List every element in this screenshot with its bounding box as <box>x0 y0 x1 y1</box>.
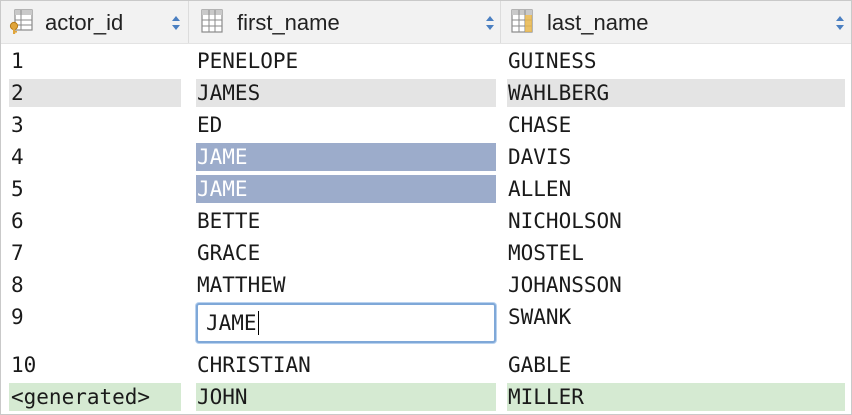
cell-actor-id[interactable]: 9 <box>9 303 181 331</box>
column-header-label: last_name <box>547 10 649 35</box>
column-header-row: actor_id first_name last_name <box>1 1 851 44</box>
cell-last-name[interactable]: MILLER <box>507 383 845 411</box>
cell-first-name[interactable]: JOHN <box>196 383 496 411</box>
key-column-icon <box>9 9 33 34</box>
data-grid: actor_id first_name last_name 1 PENELOPE… <box>0 0 852 415</box>
table-row[interactable]: 10 CHRISTIAN GABLE <box>1 351 851 379</box>
cell-last-name[interactable]: GABLE <box>507 351 845 379</box>
indexed-column-icon <box>511 9 533 33</box>
table-row[interactable]: 7 GRACE MOSTEL <box>1 239 851 267</box>
cell-actor-id-generated[interactable]: <generated> <box>9 383 181 411</box>
cell-last-name[interactable]: NICHOLSON <box>507 207 845 235</box>
table-row[interactable]: 3 ED CHASE <box>1 111 851 139</box>
cell-actor-id[interactable]: 1 <box>9 47 181 75</box>
cell-last-name[interactable]: SWANK <box>507 303 845 331</box>
table-row[interactable]: 6 BETTE NICHOLSON <box>1 207 851 235</box>
text-caret <box>257 311 259 335</box>
cell-first-name-selected[interactable]: JAME <box>196 175 496 203</box>
cell-first-name-selected[interactable]: JAME <box>196 143 496 171</box>
sort-updown-icon[interactable] <box>171 15 181 31</box>
cell-last-name[interactable]: MOSTEL <box>507 239 845 267</box>
cell-last-name[interactable]: JOHANSSON <box>507 271 845 299</box>
table-row[interactable]: 1 PENELOPE GUINESS <box>1 47 851 75</box>
table-row[interactable]: 8 MATTHEW JOHANSSON <box>1 271 851 299</box>
table-row[interactable]: 2 JAMES WAHLBERG <box>1 79 851 107</box>
column-header-actor-id[interactable]: actor_id <box>1 1 189 43</box>
table-row[interactable]: 5 JAME ALLEN <box>1 175 851 203</box>
cell-last-name[interactable]: GUINESS <box>507 47 845 75</box>
cell-first-name[interactable]: ED <box>196 111 496 139</box>
column-header-label: first_name <box>237 10 340 35</box>
cell-first-name[interactable]: PENELOPE <box>196 47 496 75</box>
cell-first-name[interactable]: BETTE <box>196 207 496 235</box>
table-row[interactable]: 4 JAME DAVIS <box>1 143 851 171</box>
cell-actor-id[interactable]: 10 <box>9 351 181 379</box>
cell-first-name[interactable]: GRACE <box>196 239 496 267</box>
cell-actor-id[interactable]: 4 <box>9 143 181 171</box>
cell-last-name[interactable]: WAHLBERG <box>507 79 845 107</box>
cell-last-name[interactable]: ALLEN <box>507 175 845 203</box>
table-row-new[interactable]: <generated> JOHN MILLER <box>1 383 851 411</box>
cell-first-name[interactable]: CHRISTIAN <box>196 351 496 379</box>
cell-actor-id[interactable]: 3 <box>9 111 181 139</box>
table-column-icon <box>201 9 223 33</box>
column-header-label: actor_id <box>45 10 124 35</box>
cell-actor-id[interactable]: 5 <box>9 175 181 203</box>
cell-editor-input[interactable]: JAME <box>196 303 496 343</box>
cell-editor-text: JAME <box>206 311 257 335</box>
cell-last-name[interactable]: DAVIS <box>507 143 845 171</box>
cell-actor-id[interactable]: 8 <box>9 271 181 299</box>
column-header-last-name[interactable]: last_name <box>501 1 851 43</box>
cell-last-name[interactable]: CHASE <box>507 111 845 139</box>
cell-actor-id[interactable]: 6 <box>9 207 181 235</box>
column-header-first-name[interactable]: first_name <box>189 1 501 43</box>
cell-first-name[interactable]: JAMES <box>196 79 496 107</box>
cell-first-name[interactable]: MATTHEW <box>196 271 496 299</box>
table-row-editing[interactable]: 9 JAME SWANK <box>1 303 851 347</box>
cell-actor-id[interactable]: 2 <box>9 79 181 107</box>
sort-updown-icon[interactable] <box>835 15 845 31</box>
cell-actor-id[interactable]: 7 <box>9 239 181 267</box>
sort-updown-icon[interactable] <box>485 15 495 31</box>
